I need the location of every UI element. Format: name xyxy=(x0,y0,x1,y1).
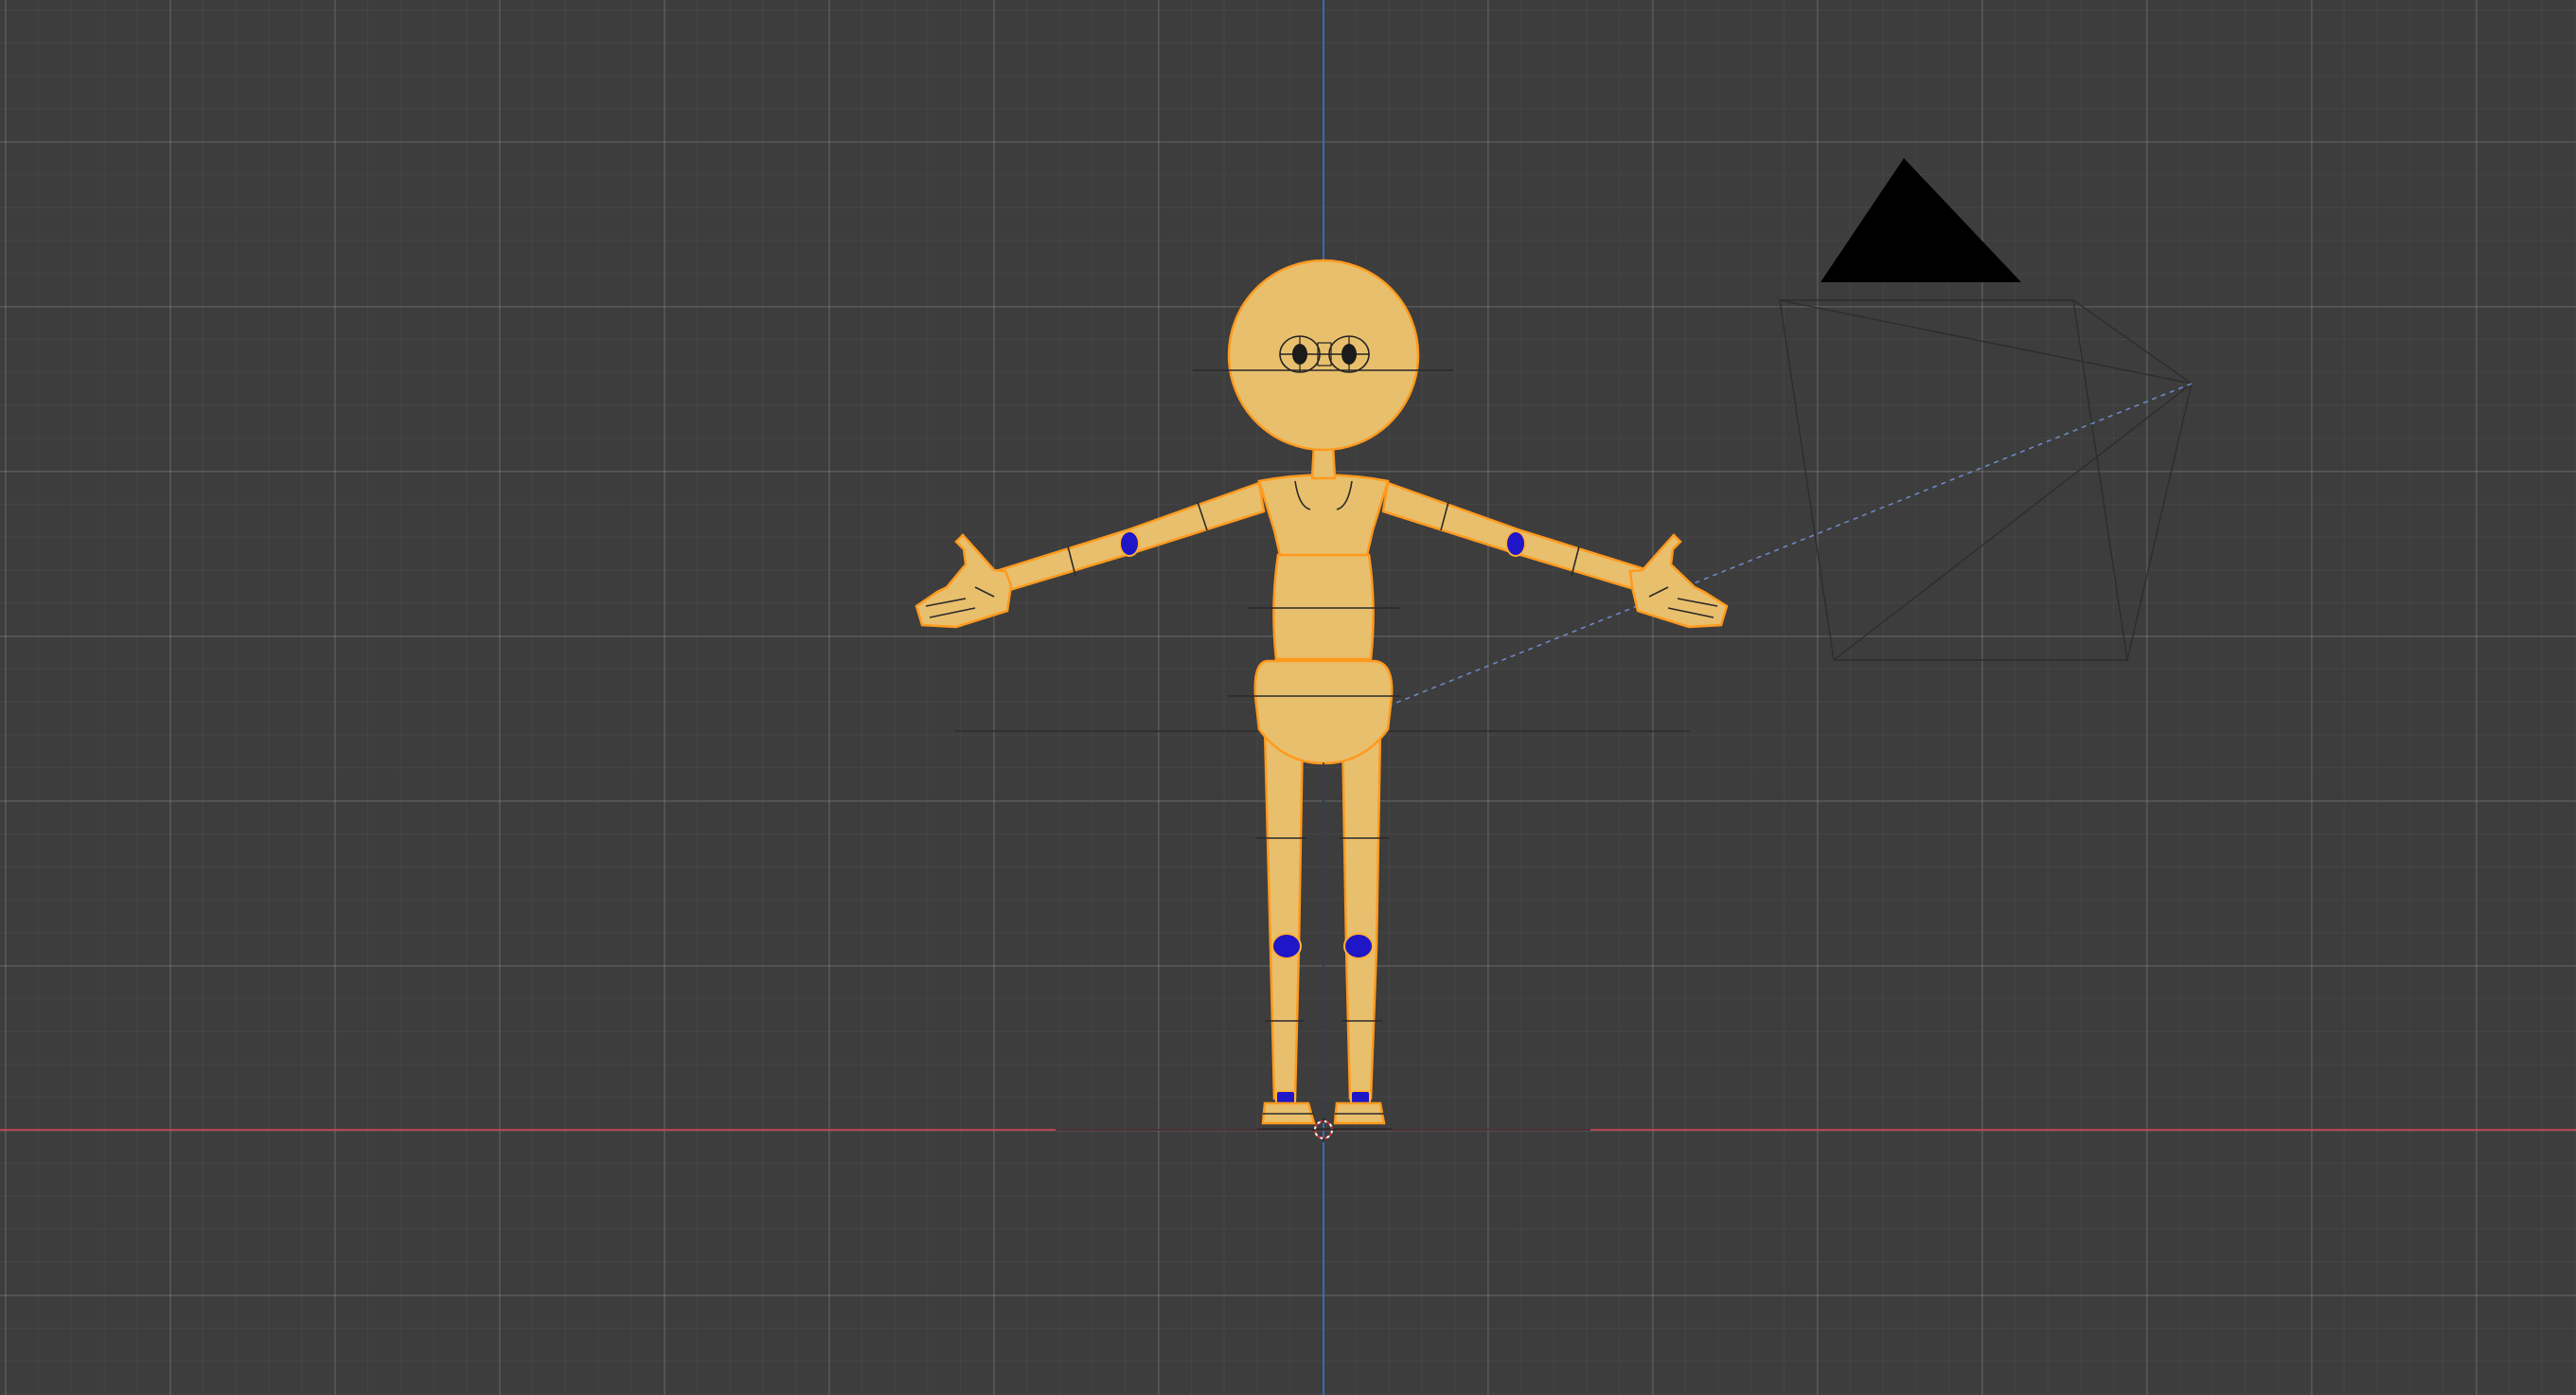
camera-up-triangle xyxy=(1821,158,2021,282)
left-elbow-joint[interactable] xyxy=(1119,530,1140,557)
right-foot[interactable] xyxy=(1333,1090,1386,1125)
3d-viewport[interactable] xyxy=(0,0,2576,1395)
right-knee-joint[interactable] xyxy=(1343,933,1374,959)
scene-canvas[interactable] xyxy=(0,0,2576,1395)
camera-object[interactable] xyxy=(1353,158,2193,721)
right-leg[interactable] xyxy=(1339,727,1390,1100)
abdomen[interactable] xyxy=(1248,553,1399,661)
character-mesh[interactable] xyxy=(915,259,1729,1130)
camera-target-dashed-line xyxy=(1353,383,2193,721)
left-leg[interactable] xyxy=(1255,727,1306,1100)
camera-frustum-edge xyxy=(1833,383,2193,661)
left-knee-joint[interactable] xyxy=(1271,933,1302,959)
right-eye xyxy=(1341,344,1357,365)
head[interactable] xyxy=(1193,259,1453,452)
left-foot[interactable] xyxy=(1261,1090,1316,1125)
chest[interactable] xyxy=(1257,474,1390,557)
left-eye xyxy=(1292,344,1307,365)
right-elbow-joint[interactable] xyxy=(1505,530,1526,557)
right-hand[interactable] xyxy=(1628,533,1729,629)
left-hand[interactable] xyxy=(915,533,1013,629)
camera-frustum-edge xyxy=(1779,299,2193,385)
camera-frame xyxy=(1779,299,2128,661)
